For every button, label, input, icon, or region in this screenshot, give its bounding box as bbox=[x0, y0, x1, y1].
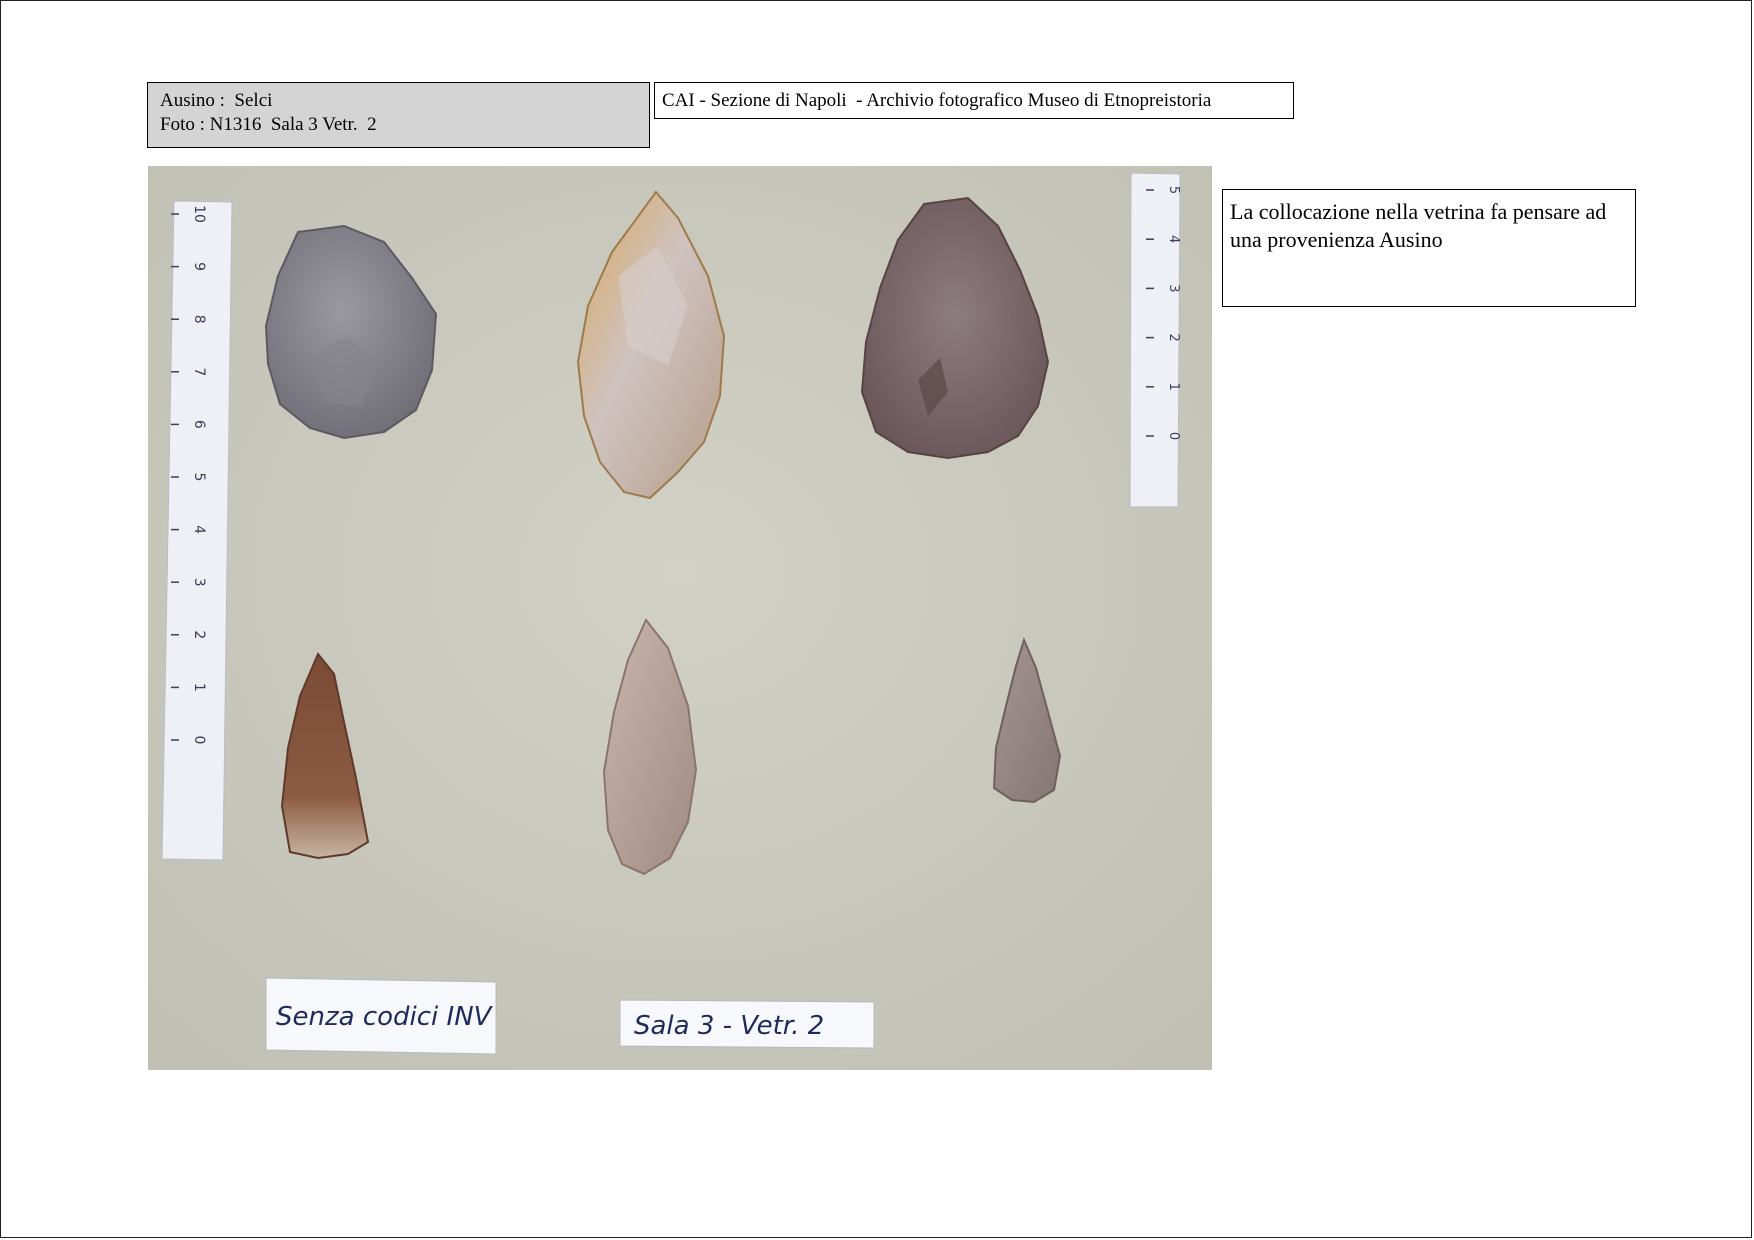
ruler-number: 1 bbox=[1166, 383, 1181, 391]
artifact-photo: 10 9 8 7 6 5 4 3 2 1 0 543210 Senza codici INV Sal… bbox=[148, 166, 1212, 1070]
caption-box: Ausino : Selci Foto : N1316 Sala 3 Vetr.… bbox=[147, 82, 650, 148]
ruler-number: 10 bbox=[191, 205, 207, 223]
ruler-number: 2 bbox=[191, 630, 207, 639]
label-card-left: Senza codici INV bbox=[265, 977, 497, 1055]
ruler-number: 3 bbox=[1166, 284, 1181, 292]
ruler-number: 0 bbox=[191, 736, 207, 745]
left-ruler: 109876543210 bbox=[161, 200, 233, 861]
note-text: La collocazione nella vetrina fa pensare… bbox=[1230, 199, 1607, 252]
artifact-photo-drawing: 109876543210 543210 Senza codici INV Sal… bbox=[148, 166, 1212, 1070]
caption-line-1: Ausino : Selci bbox=[160, 90, 273, 111]
ruler-number: 5 bbox=[1166, 186, 1181, 194]
ruler-number: 7 bbox=[191, 367, 207, 376]
ruler-number: 3 bbox=[191, 578, 207, 587]
ruler-number: 1 bbox=[191, 683, 207, 692]
note-box: La collocazione nella vetrina fa pensare… bbox=[1222, 189, 1636, 307]
ruler-number: 4 bbox=[1166, 235, 1181, 243]
archive-title-box: CAI - Sezione di Napoli - Archivio fotog… bbox=[654, 82, 1294, 119]
label-right-text: Sala 3 - Vetr. 2 bbox=[634, 1011, 824, 1041]
label-left-text: Senza codici INV bbox=[276, 1002, 494, 1032]
ruler-number: 5 bbox=[191, 473, 207, 482]
archive-title: CAI - Sezione di Napoli - Archivio fotog… bbox=[662, 90, 1212, 111]
ruler-number: 9 bbox=[191, 262, 207, 271]
right-ruler: 5 4 3 2 1 0 bbox=[1129, 172, 1181, 508]
label-card-right: Sala 3 - Vetr. 2 bbox=[619, 999, 875, 1049]
ruler-number: 2 bbox=[1166, 333, 1181, 341]
ruler-number: 6 bbox=[191, 420, 207, 429]
ruler-number: 0 bbox=[1166, 432, 1181, 440]
ruler-number: 8 bbox=[191, 315, 207, 324]
caption-line-2: Foto : N1316 Sala 3 Vetr. 2 bbox=[160, 114, 377, 135]
ruler-number: 4 bbox=[191, 525, 207, 534]
